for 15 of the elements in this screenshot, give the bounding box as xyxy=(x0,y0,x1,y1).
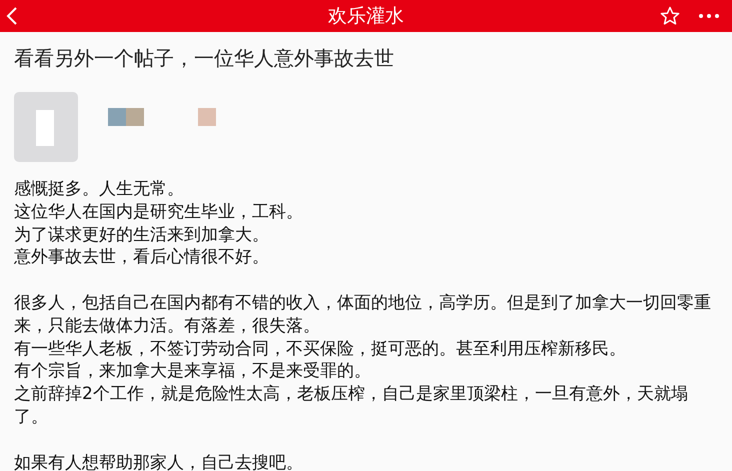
post-text: 很多人，包括自己在国内都有不错的收入，体面的地位，高学历。但是到了加拿大一切回零重来，只能去做体力活。有落差，很失落。 xyxy=(14,292,712,338)
post-text: 为了谋求更好的生活来到加拿大。 xyxy=(14,224,270,246)
post-text: 有一些华人老板，不签订劳动合同，不买保险，挺可恶的。甚至利用压榨新移民。 xyxy=(14,338,627,360)
post-text: 如果有人想帮助那家人，自己去搜吧。 xyxy=(14,452,304,471)
post-text: 感慨挺多。人生无常。 xyxy=(14,178,185,201)
back-icon[interactable] xyxy=(6,6,18,26)
star-icon[interactable] xyxy=(660,6,680,26)
header-title: 欢乐灌水 xyxy=(328,4,404,28)
avatar xyxy=(14,92,78,162)
post-text: 这位华人在国内是研究生毕业，工科。 xyxy=(14,200,304,224)
post-title: 看看另外一个帖子，一位华人意外事故去世 xyxy=(13,45,395,72)
more-icon[interactable] xyxy=(698,13,720,19)
post-text: 有个宗旨，来加拿大是来享福，不是来受罪的。 xyxy=(14,360,372,384)
post-text: 意外事故去世，看后心情很不好。 xyxy=(14,246,270,270)
post-text: 之前辞掉2个工作，就是危险性太高，老板压榨，自己是家里顶梁柱，一旦有意外，天就塌了。 xyxy=(14,383,689,429)
